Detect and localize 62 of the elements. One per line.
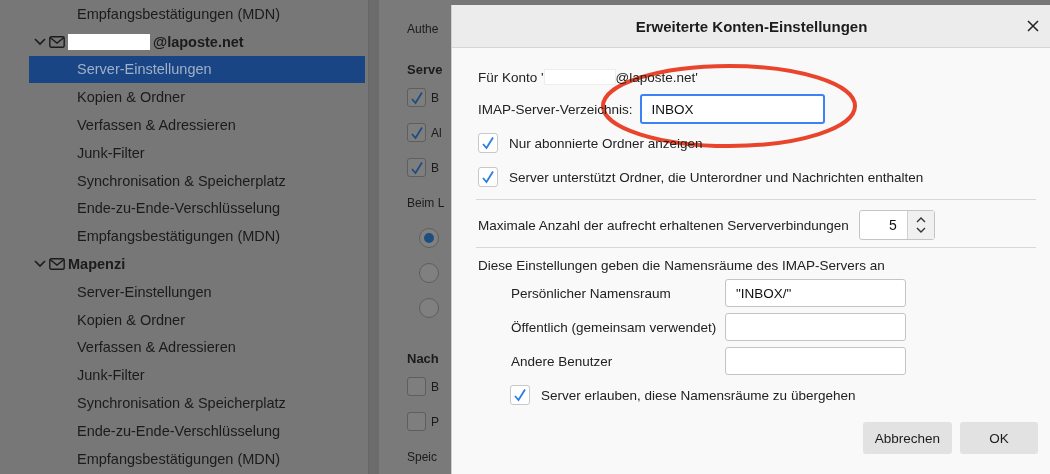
- checkbox-label: B: [431, 378, 439, 396]
- checkbox[interactable]: [407, 123, 426, 142]
- setting-label: Speic: [407, 448, 438, 466]
- ok-button[interactable]: OK: [960, 422, 1038, 454]
- envelope-icon: [49, 258, 65, 271]
- sidebar-item[interactable]: Junk-Filter: [29, 139, 365, 167]
- radio-button[interactable]: [419, 297, 439, 318]
- checkmark-icon: [409, 90, 424, 105]
- checkbox[interactable]: [407, 377, 426, 396]
- directory-field[interactable]: INBOX: [639, 94, 825, 124]
- setting-label: Authe: [407, 21, 440, 36]
- checkmark-icon: [409, 160, 424, 175]
- checkbox-label: Al: [431, 124, 442, 142]
- sidebar-item[interactable]: Synchronisation & Speicherplatz: [29, 389, 365, 417]
- checkbox-label: Server erlauben, diese Namensräume zu übergehen: [541, 387, 856, 403]
- checkmark-icon: [409, 125, 424, 140]
- section-heading: Nach: [407, 349, 440, 368]
- sidebar-item[interactable]: Kopien & Ordner: [29, 83, 365, 112]
- checkbox-label: Server unterstützt Ordner, die Unterordner und Nachrichten enthalten: [509, 169, 924, 185]
- sidebar-item[interactable]: Ende-zu-Ende-Verschlüsselung: [29, 194, 365, 223]
- checkbox-label: B: [431, 159, 439, 177]
- radio-button[interactable]: [419, 227, 439, 248]
- checkmark-icon: [513, 388, 527, 402]
- sidebar-item[interactable]: Verfassen & Adressieren: [29, 333, 365, 362]
- sidebar-item[interactable]: Junk-Filter: [29, 361, 365, 390]
- sidebar-item[interactable]: Empfangsbestätigungen (MDN): [29, 222, 365, 251]
- stepper-icon[interactable]: [906, 211, 934, 239]
- checkmark-icon: [481, 170, 495, 184]
- chevron-down-icon[interactable]: [34, 36, 46, 47]
- sidebar-item[interactable]: Server-Einstellungen: [29, 55, 365, 84]
- namespace-label: Öffentlich (gemeinsam verwendet): [511, 319, 718, 335]
- namespace-field[interactable]: [725, 347, 906, 375]
- radio-button[interactable]: [419, 262, 439, 283]
- checkmark-icon: [481, 136, 495, 150]
- setting-label: Beim L: [407, 194, 445, 212]
- connections-field[interactable]: 5: [858, 210, 935, 240]
- sidebar-item[interactable]: Server-Einstellungen: [29, 277, 365, 306]
- dialog-title: Erweiterte Konten-Einstellungen: [635, 17, 868, 35]
- cancel-button[interactable]: Abbrechen: [862, 422, 952, 454]
- account-name[interactable]: Mapenzi: [68, 256, 126, 273]
- envelope-icon: [49, 35, 65, 48]
- sidebar-item[interactable]: Kopien & Ordner: [29, 305, 365, 334]
- sidebar-item[interactable]: Verfassen & Adressieren: [29, 111, 365, 139]
- account-name[interactable]: @laposte.net: [153, 33, 244, 50]
- connections-label: Maximale Anzahl der aufrecht erhaltenen Serververbindungen: [478, 217, 849, 233]
- namespace-label: Persönlicher Namensraum: [511, 285, 672, 301]
- namespace-field[interactable]: "INBOX/": [725, 279, 906, 307]
- checkbox[interactable]: [407, 412, 426, 431]
- chevron-down-icon[interactable]: [34, 259, 46, 270]
- namespace-field[interactable]: [725, 313, 906, 341]
- sidebar-item[interactable]: Empfangsbestätigungen (MDN): [29, 444, 365, 473]
- namespace-label: Andere Benutzer: [511, 353, 614, 369]
- checkbox[interactable]: [407, 158, 426, 177]
- checkbox-label: P: [431, 413, 439, 431]
- checkbox-label: B: [431, 89, 439, 107]
- sidebar-item[interactable]: Synchronisation & Speicherplatz: [29, 166, 365, 195]
- account-text: Für Konto ': [478, 69, 544, 85]
- sidebar-item[interactable]: Ende-zu-Ende-Verschlüsselung: [29, 416, 365, 445]
- namespaces-intro: Diese Einstellungen geben die Namensräume des IMAP-Servers an: [478, 257, 885, 273]
- sidebar-item[interactable]: Empfangsbestätigungen (MDN): [29, 0, 365, 28]
- checkbox[interactable]: [407, 88, 426, 107]
- section-heading: Serve: [407, 60, 444, 79]
